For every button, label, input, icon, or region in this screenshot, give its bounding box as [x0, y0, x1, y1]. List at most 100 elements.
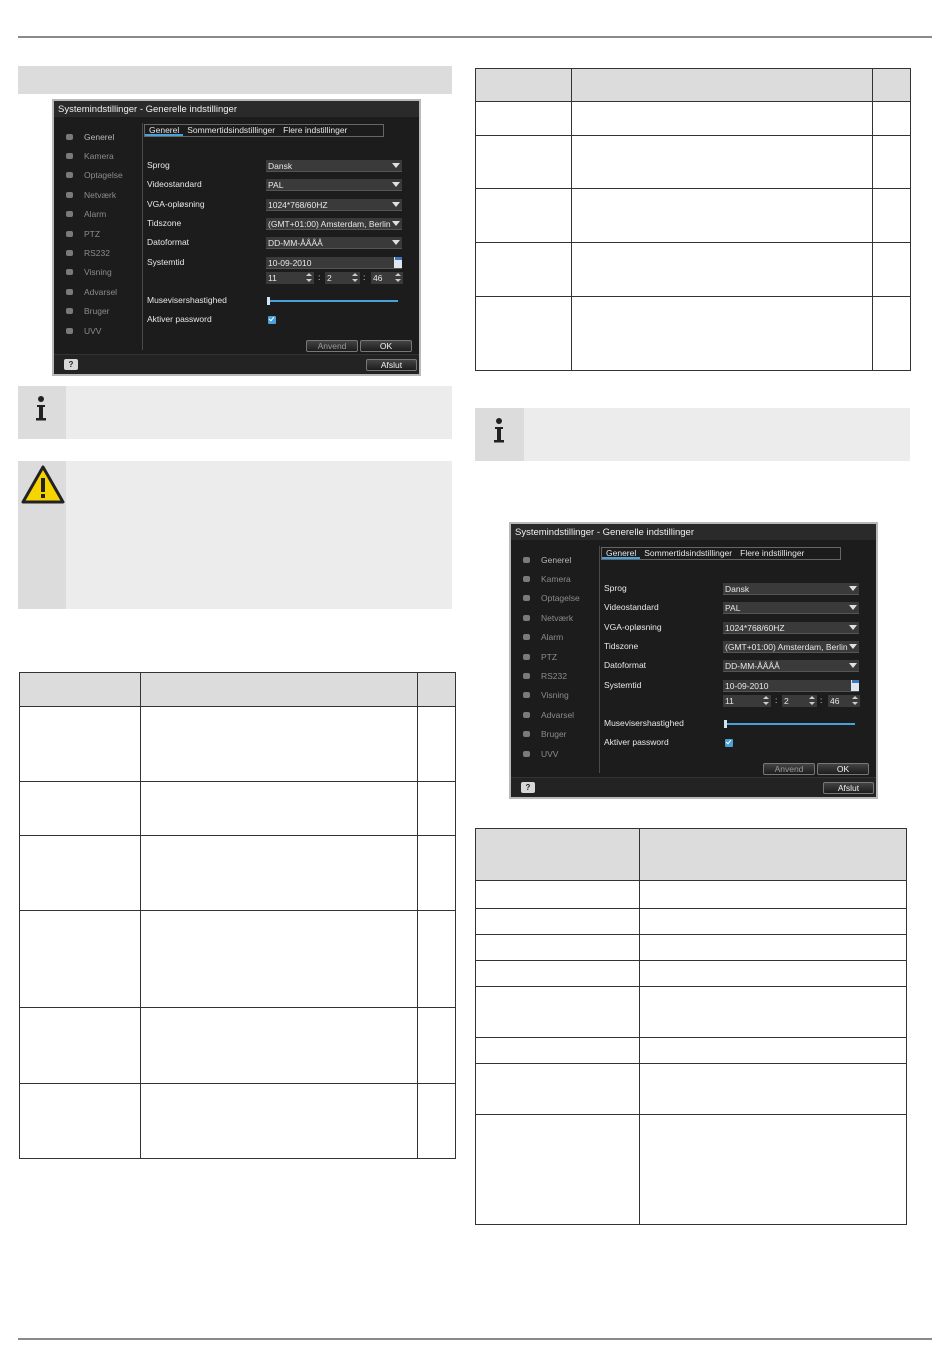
row-datoformat: Datoformat DD-MM-ÅÅÅÅ [147, 237, 417, 251]
systemtid-date-field[interactable]: 10-09-2010 [266, 257, 402, 269]
ok-button[interactable]: OK [817, 763, 869, 775]
menu-item-advarsel[interactable]: Advarsel [62, 282, 142, 301]
menu-divider [142, 123, 143, 350]
camera-icon [62, 152, 76, 160]
gear-icon [519, 556, 533, 564]
menu-item-uvv[interactable]: UVV [62, 321, 142, 340]
menu-item-generel[interactable]: Generel [519, 550, 599, 569]
apply-button[interactable]: Anvend [306, 340, 358, 352]
chevron-down-icon [392, 240, 400, 245]
dialog-title: Systemindstillinger - Generelle indstill… [54, 101, 419, 117]
calendar-icon[interactable] [394, 257, 402, 268]
spinner-arrows-icon[interactable] [763, 696, 770, 705]
warning-icon [519, 711, 533, 719]
systemtid-date-field[interactable]: 10-09-2010 [723, 680, 859, 692]
tab-flere[interactable]: Flere indstillinger [279, 125, 351, 136]
menu-item-alarm[interactable]: Alarm [519, 628, 599, 647]
apply-button[interactable]: Anvend [763, 763, 815, 775]
menu-item-rs232[interactable]: RS232 [519, 666, 599, 685]
tab-generel[interactable]: Generel [145, 125, 184, 136]
menu-item-alarm[interactable]: Alarm [62, 205, 142, 224]
tab-generel[interactable]: Generel [602, 548, 641, 559]
slider-handle[interactable] [267, 297, 270, 305]
videostandard-select[interactable]: PAL [266, 179, 402, 191]
menu-item-netvaerk[interactable]: Netværk [519, 608, 599, 627]
menu-item-ptz[interactable]: PTZ [62, 224, 142, 243]
tab-flere[interactable]: Flere indstillinger [736, 548, 808, 559]
menu-item-rs232[interactable]: RS232 [62, 243, 142, 262]
menu-item-bruger[interactable]: Bruger [519, 725, 599, 744]
second-spinner[interactable]: 46 [371, 272, 403, 284]
datoformat-select[interactable]: DD-MM-ÅÅÅÅ [266, 237, 402, 249]
systemtid-label: Systemtid [147, 257, 185, 267]
sprog-select[interactable]: Dansk [266, 160, 402, 172]
help-icon[interactable]: ? [64, 359, 78, 370]
row-divider [476, 986, 906, 987]
tidszone-select[interactable]: (GMT+01:00) Amsterdam, Berlin [266, 218, 402, 230]
vga-select[interactable]: 1024*768/60HZ [723, 622, 859, 634]
hour-spinner[interactable]: 11 [723, 695, 771, 707]
second-spinner[interactable]: 46 [828, 695, 860, 707]
menu-item-visning[interactable]: Visning [519, 686, 599, 705]
help-icon[interactable]: ? [521, 782, 535, 793]
menu-item-kamera[interactable]: Kamera [62, 146, 142, 165]
section-header-bar [18, 66, 452, 94]
chevron-down-icon [849, 644, 857, 649]
settings-table-right-bottom [475, 828, 907, 1225]
spinner-arrows-icon[interactable] [852, 696, 859, 705]
network-icon [519, 614, 533, 622]
minute-spinner[interactable]: 2 [325, 272, 360, 284]
minute-spinner[interactable]: 2 [782, 695, 817, 707]
row-divider [476, 960, 906, 961]
password-checkbox[interactable] [268, 316, 276, 324]
mouse-speed-slider[interactable] [724, 720, 855, 728]
spinner-arrows-icon[interactable] [395, 273, 402, 282]
tab-sommertid[interactable]: Sommertidsindstillinger [640, 548, 736, 559]
menu-item-ptz[interactable]: PTZ [519, 647, 599, 666]
user-icon [62, 307, 76, 315]
spinner-arrows-icon[interactable] [809, 696, 816, 705]
slider-handle[interactable] [724, 720, 727, 728]
spinner-arrows-icon[interactable] [352, 273, 359, 282]
musehastighed-label: Musevisershastighed [147, 295, 227, 305]
camera-icon [519, 575, 533, 583]
network-icon [62, 191, 76, 199]
menu-item-bruger[interactable]: Bruger [62, 302, 142, 321]
row-vga: VGA-opløsning 1024*768/60HZ [147, 199, 417, 213]
sprog-select[interactable]: Dansk [723, 583, 859, 595]
vga-select[interactable]: 1024*768/60HZ [266, 199, 402, 211]
dialog-bottom-bar: ? Afslut [54, 354, 419, 374]
record-icon [62, 171, 76, 179]
menu-item-visning[interactable]: Visning [62, 263, 142, 282]
row-divider [476, 242, 910, 243]
row-videostandard: Videostandard PAL [147, 179, 417, 193]
tab-sommertid[interactable]: Sommertidsindstillinger [183, 125, 279, 136]
videostandard-select[interactable]: PAL [723, 602, 859, 614]
tidszone-select[interactable]: (GMT+01:00) Amsterdam, Berlin [723, 641, 859, 653]
password-checkbox[interactable] [725, 739, 733, 747]
row-sprog: Sprog Dansk [147, 160, 417, 174]
exit-button[interactable]: Afslut [823, 782, 874, 794]
spinner-arrows-icon[interactable] [306, 273, 313, 282]
menu-item-netvaerk[interactable]: Netværk [62, 185, 142, 204]
gear-icon [62, 133, 76, 141]
settings-menu: Generel Kamera Optagelse Netværk Alarm P… [519, 550, 599, 763]
menu-item-generel[interactable]: Generel [62, 127, 142, 146]
mouse-speed-slider[interactable] [267, 297, 398, 305]
chevron-down-icon [849, 663, 857, 668]
calendar-icon[interactable] [851, 680, 859, 691]
column-divider [417, 673, 418, 1158]
menu-item-optagelse[interactable]: Optagelse [62, 166, 142, 185]
menu-item-uvv[interactable]: UVV [519, 744, 599, 763]
row-divider [20, 1083, 455, 1084]
tidszone-label: Tidszone [147, 218, 182, 228]
datoformat-select[interactable]: DD-MM-ÅÅÅÅ [723, 660, 859, 672]
menu-item-advarsel[interactable]: Advarsel [519, 705, 599, 724]
ok-button[interactable]: OK [360, 340, 412, 352]
menu-item-optagelse[interactable]: Optagelse [519, 589, 599, 608]
menu-item-kamera[interactable]: Kamera [519, 569, 599, 588]
password-label: Aktiver password [604, 737, 669, 747]
hour-spinner[interactable]: 11 [266, 272, 314, 284]
exit-button[interactable]: Afslut [366, 359, 417, 371]
row-divider [476, 934, 906, 935]
